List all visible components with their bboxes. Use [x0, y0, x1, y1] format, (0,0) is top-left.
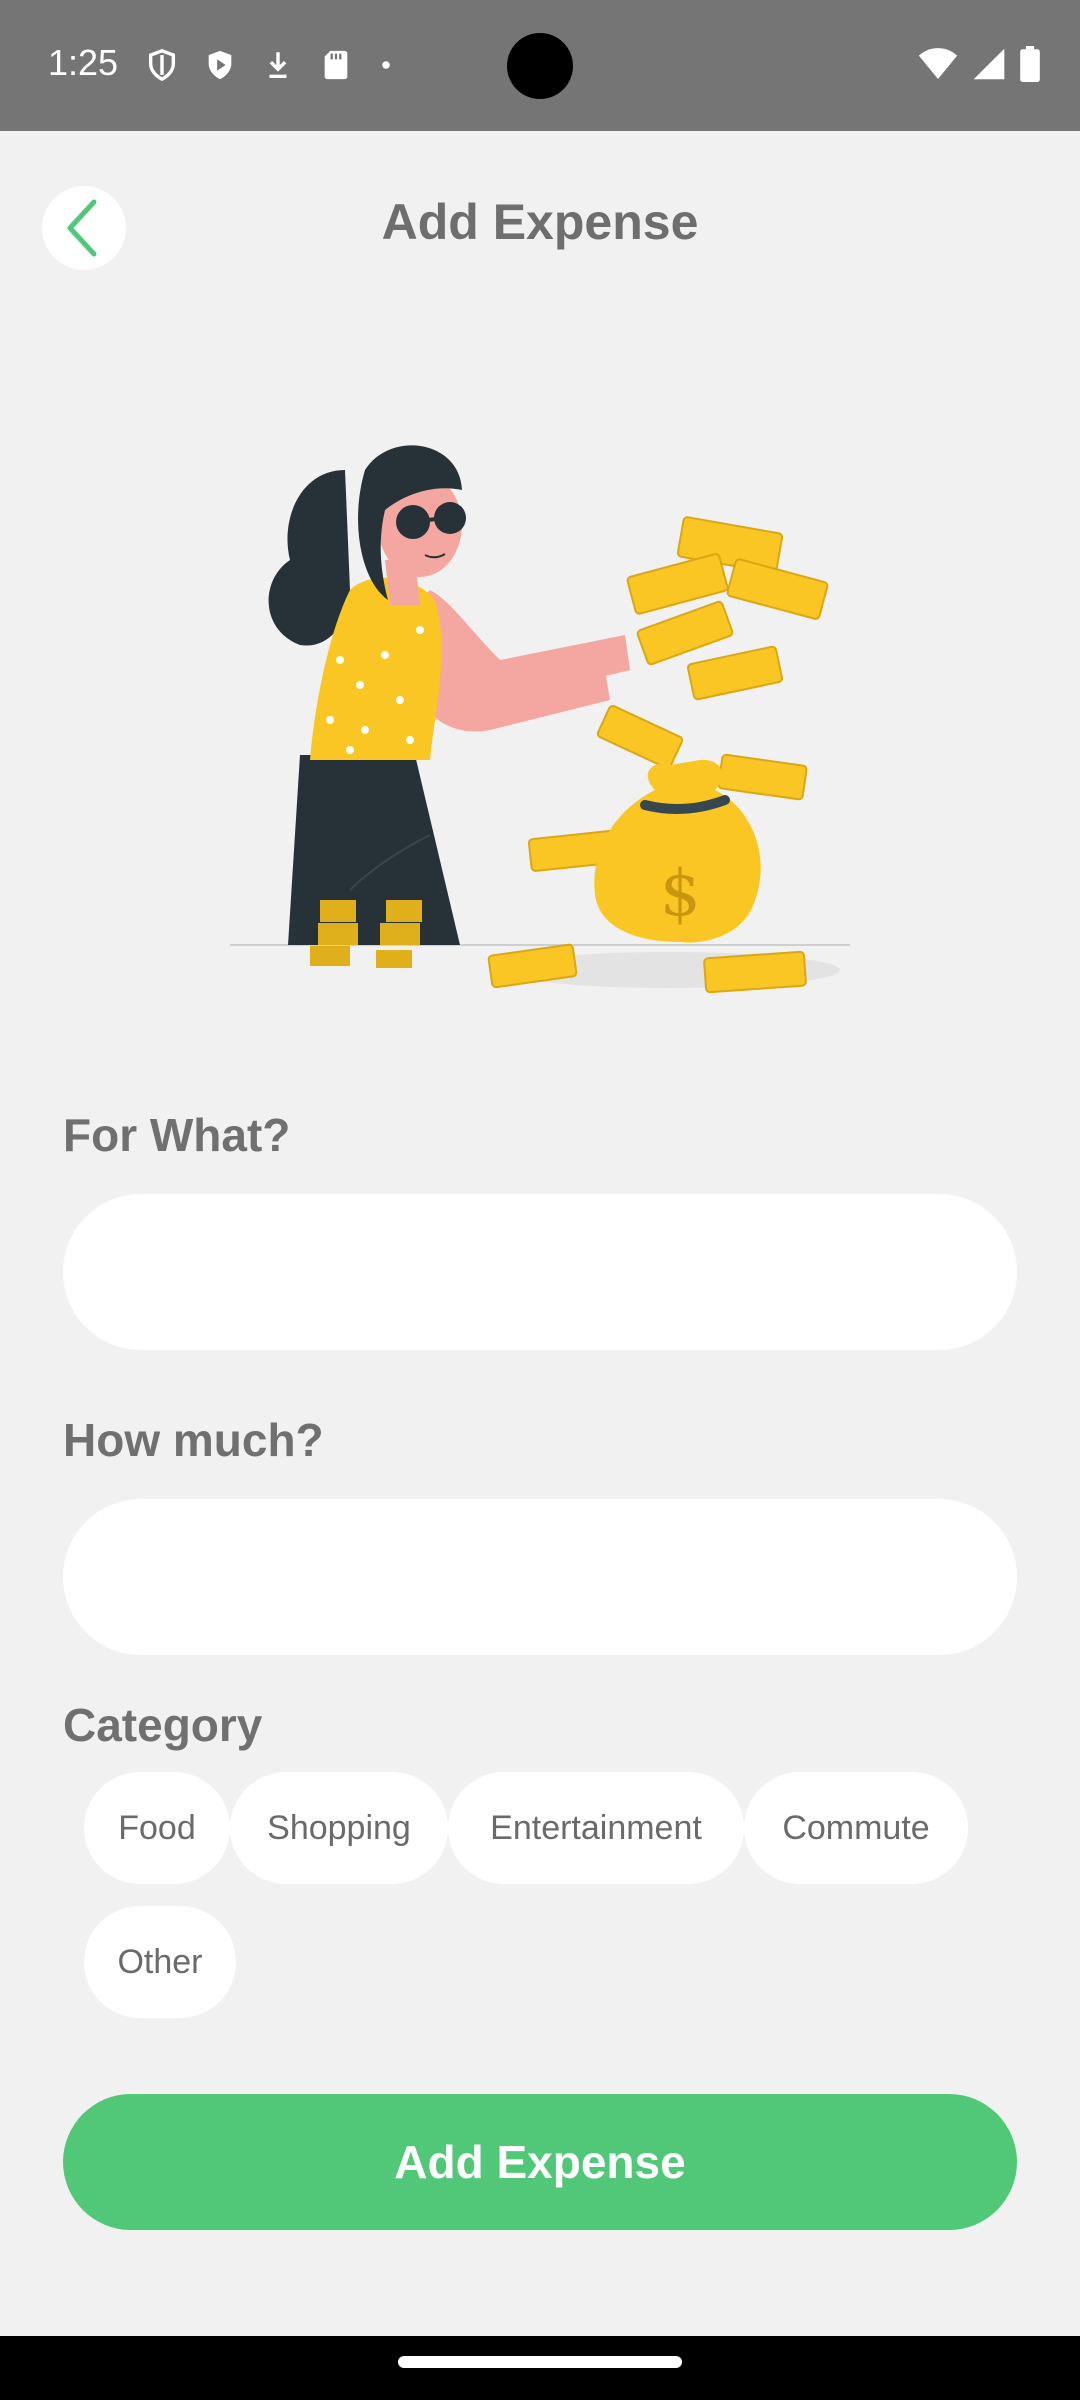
- status-notification-icons: [145, 48, 395, 82]
- category-chip-shopping[interactable]: Shopping: [230, 1772, 448, 1884]
- category-chip-commute[interactable]: Commute: [744, 1772, 968, 1884]
- status-time: 1:25: [48, 42, 119, 83]
- camera-cutout: [507, 33, 573, 99]
- signal-icon: [973, 48, 1005, 80]
- wifi-icon: [918, 48, 958, 79]
- navigation-bar: [0, 2336, 1080, 2400]
- add-expense-button[interactable]: Add Expense: [63, 2094, 1017, 2230]
- status-system-icons: [918, 46, 1040, 82]
- header: Add Expense: [0, 131, 1080, 321]
- shield-icon: [148, 49, 176, 82]
- home-indicator[interactable]: [398, 2356, 682, 2368]
- category-label: Category: [63, 1699, 263, 1751]
- for-what-label: For What?: [63, 1109, 291, 1161]
- how-much-input[interactable]: [63, 1499, 1017, 1655]
- category-chip-other[interactable]: Other: [84, 1906, 236, 2018]
- svg-text:$: $: [660, 857, 701, 931]
- download-icon: [269, 52, 287, 79]
- category-chip-group: Food Shopping Entertainment Commute Othe…: [84, 1772, 1044, 2018]
- dot-icon: [382, 61, 390, 69]
- play-shield-icon: [208, 50, 232, 80]
- page-title: Add Expense: [381, 194, 699, 250]
- sd-card-icon: [324, 50, 348, 80]
- for-what-input[interactable]: [63, 1194, 1017, 1350]
- expense-illustration: $: [230, 445, 850, 994]
- category-chip-food[interactable]: Food: [84, 1772, 230, 1884]
- status-bar: 1:25: [0, 0, 1080, 131]
- how-much-label: How much?: [63, 1414, 324, 1466]
- category-chip-entertainment[interactable]: Entertainment: [448, 1772, 744, 1884]
- battery-icon: [1020, 46, 1040, 82]
